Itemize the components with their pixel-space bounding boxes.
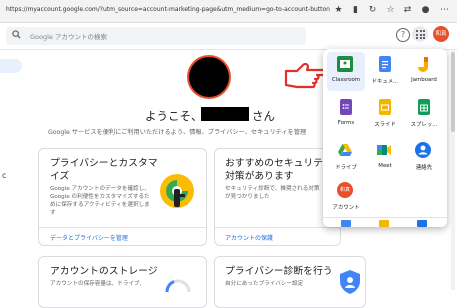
storage-card[interactable]: アカウントのストレージ アカウントの保存容量は、ドライブ、 <box>38 256 207 308</box>
classroom-icon <box>337 56 353 72</box>
profile-picture[interactable] <box>189 57 229 97</box>
app-label: Classroom <box>331 77 361 83</box>
contacts-icon <box>415 142 431 158</box>
slides-icon <box>379 99 391 115</box>
app-contacts[interactable]: 連絡先 <box>405 138 443 178</box>
welcome-prefix: ようこそ、 <box>145 109 203 123</box>
drive-icon <box>337 142 353 158</box>
more-icon[interactable]: ⋯ <box>439 5 450 16</box>
more-apps-icon[interactable] <box>341 220 351 227</box>
more-apps-icon[interactable] <box>379 220 389 227</box>
account-avatar-button[interactable]: 和真 <box>433 26 449 42</box>
app-label: ドライブ <box>335 165 357 171</box>
app-label: スプレッ... <box>410 122 438 128</box>
security-card[interactable]: おすすめのセキュリティ対策があります セキュリティ診断で、推奨される対策が見つか… <box>214 148 341 246</box>
app-meet[interactable]: Meet <box>366 138 404 178</box>
app-forms[interactable]: Forms <box>327 95 365 135</box>
privacy-checkup-body: 自分にあったプライバシー設定 <box>225 281 304 287</box>
welcome-subtitle: Google サービスを便利にご利用いただけるよう、情報、プライバシー、セキュリ… <box>48 129 307 136</box>
profile-icon[interactable]: ● <box>420 5 431 16</box>
more-apps-icon[interactable] <box>417 220 427 227</box>
meet-icon <box>376 142 392 158</box>
sheets-icon <box>418 99 430 115</box>
search-placeholder: Google アカウントの検索 <box>30 33 107 41</box>
app-label: スライド <box>374 122 396 128</box>
protect-account-link[interactable]: アカウントの保護 <box>225 233 273 242</box>
apps-dropdown: Classroom ドキュメ... Jamboard Forms スライド スプ… <box>323 49 447 227</box>
privacy-checkup-title: プライバシー診断を行う <box>225 266 333 277</box>
privacy-checkup-card[interactable]: プライバシー診断を行う 自分にあったプライバシー設定 <box>214 256 366 308</box>
app-drive[interactable]: ドライブ <box>327 138 365 178</box>
extension-icon[interactable]: ☆ <box>385 5 396 16</box>
docs-icon <box>379 56 391 72</box>
privacy-card[interactable]: プライバシーとカスタマイズ Google アカウントのデータを確認し、Googl… <box>38 148 207 246</box>
app-label: Forms <box>337 120 355 126</box>
star-icon[interactable]: ★ <box>333 5 344 16</box>
privacy-card-body: Google アカウントのデータを確認し、Google の利便性をカスタマイズす… <box>50 186 150 216</box>
sidebar-item-home[interactable] <box>0 59 22 73</box>
divider <box>215 227 340 228</box>
security-card-body: セキュリティ診断で、推奨される対策が見つかりました <box>225 186 320 200</box>
storage-gauge-icon <box>164 272 192 298</box>
app-docs[interactable]: ドキュメ... <box>366 52 404 92</box>
app-label: Jamboard <box>411 77 437 83</box>
storage-card-body: アカウントの保存容量は、ドライブ、 <box>50 281 145 287</box>
app-label: Meet <box>378 163 392 169</box>
menu-icon[interactable]: ⇄ <box>402 5 413 16</box>
manage-data-link[interactable]: データとプライバシーを管理 <box>50 233 128 242</box>
app-sheets[interactable]: スプレッ... <box>405 95 443 135</box>
forms-icon <box>340 99 352 115</box>
redacted-name <box>201 107 249 121</box>
app-classroom[interactable]: Classroom <box>327 52 365 92</box>
account-icon: 和真 <box>337 182 353 198</box>
search-icon <box>12 30 21 42</box>
scrollbar-thumb[interactable] <box>451 52 455 132</box>
history-icon[interactable]: ↻ <box>367 5 378 16</box>
app-label: ドキュメ... <box>371 79 399 85</box>
app-account[interactable]: 和真 アカウント <box>327 178 365 218</box>
apps-grid-icon <box>416 30 425 39</box>
divider <box>39 227 206 228</box>
app-slides[interactable]: スライド <box>366 95 404 135</box>
sidebar-edge-text: c <box>2 171 7 180</box>
welcome-suffix: さん <box>252 109 275 123</box>
app-label: 連絡先 <box>415 165 433 171</box>
help-icon[interactable]: ? <box>396 28 410 42</box>
jamboard-icon <box>415 56 431 72</box>
app-label: アカウント <box>332 205 360 211</box>
bookmark-icon[interactable]: ▮ <box>350 5 361 16</box>
address-bar[interactable]: https://myaccount.google.com/?utm_source… <box>6 6 330 13</box>
divider <box>323 217 447 218</box>
app-jamboard[interactable]: Jamboard <box>405 52 443 92</box>
shield-icon <box>339 269 361 299</box>
privacy-illustration-icon <box>157 171 197 215</box>
privacy-card-title: プライバシーとカスタマイズ <box>50 158 158 182</box>
